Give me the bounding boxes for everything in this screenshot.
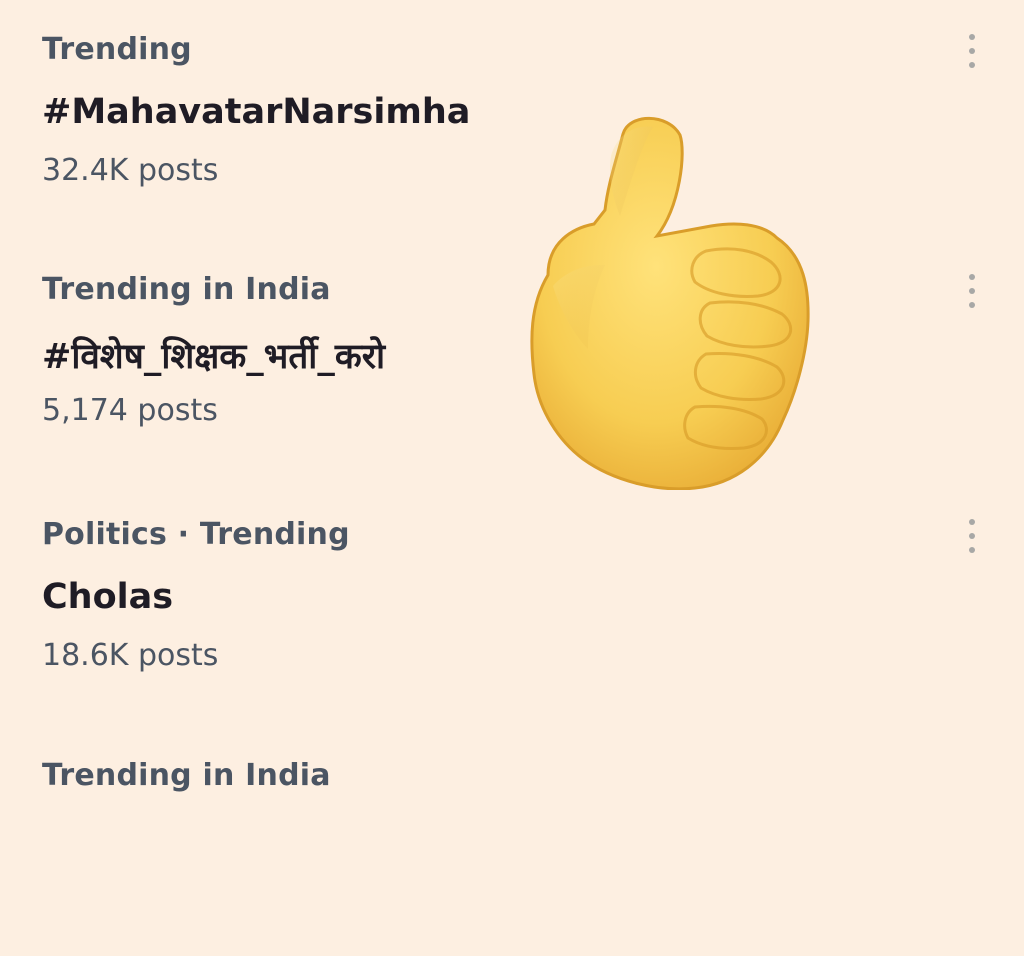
more-dot <box>969 519 975 525</box>
more-dot <box>969 288 975 294</box>
trends-list: Trending #MahavatarNarsimha 32.4K posts … <box>0 0 1024 793</box>
more-options-button[interactable] <box>956 519 988 553</box>
trend-title[interactable]: #MahavatarNarsimha <box>42 92 470 132</box>
trend-context: Trending <box>42 32 192 67</box>
more-dot <box>969 48 975 54</box>
trend-post-count: 18.6K posts <box>42 638 219 673</box>
trend-title[interactable]: #विशेष_शिक्षक_भर्ती_करो <box>42 332 385 379</box>
more-dot <box>969 34 975 40</box>
trend-item[interactable]: Trending in India <box>0 726 1024 956</box>
more-options-button[interactable] <box>956 274 988 308</box>
more-dot <box>969 62 975 68</box>
more-dot <box>969 533 975 539</box>
trend-context: Trending in India <box>42 758 331 793</box>
trend-context: Trending in India <box>42 272 331 307</box>
trend-title[interactable]: Cholas <box>42 577 173 617</box>
more-dot <box>969 302 975 308</box>
trend-item[interactable]: Trending in India #विशेष_शिक्षक_भर्ती_कर… <box>0 240 1024 470</box>
more-options-button[interactable] <box>956 34 988 68</box>
trend-post-count: 5,174 posts <box>42 393 218 428</box>
more-dot <box>969 274 975 280</box>
trend-post-count: 32.4K posts <box>42 153 219 188</box>
trend-item[interactable]: Trending #MahavatarNarsimha 32.4K posts <box>0 0 1024 230</box>
more-dot <box>969 547 975 553</box>
trend-item[interactable]: Politics · Trending Cholas 18.6K posts <box>0 485 1024 715</box>
trend-context: Politics · Trending <box>42 517 350 552</box>
